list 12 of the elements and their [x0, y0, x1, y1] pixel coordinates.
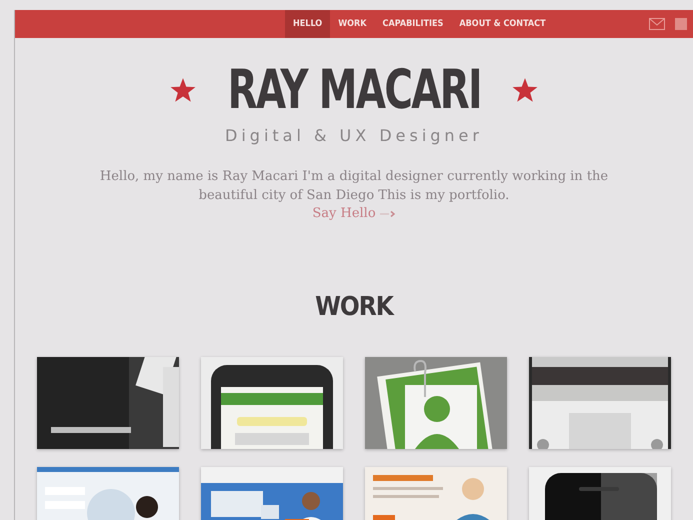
arrow-icon — [380, 210, 396, 218]
nav-link[interactable]: HELLO — [285, 10, 330, 38]
section-heading: WORK — [314, 291, 396, 323]
site-title: RAY MACARI — [227, 58, 481, 122]
star-icon — [170, 77, 196, 103]
nav-link[interactable]: ABOUT & CONTACT — [451, 10, 554, 38]
subtitle: Digital & UX Designer — [225, 126, 483, 145]
star-icon — [512, 77, 538, 103]
intro-text: Hello, my name is Ray Macari I'm a digital designer currently working in the beautiful city of San Diego This is my portfolio. — [98, 168, 610, 205]
nav-link[interactable]: CAPABILITIES — [374, 10, 452, 38]
nav-link[interactable]: WORK — [330, 10, 375, 38]
say-hello-link[interactable]: Say Hello — [312, 205, 396, 223]
